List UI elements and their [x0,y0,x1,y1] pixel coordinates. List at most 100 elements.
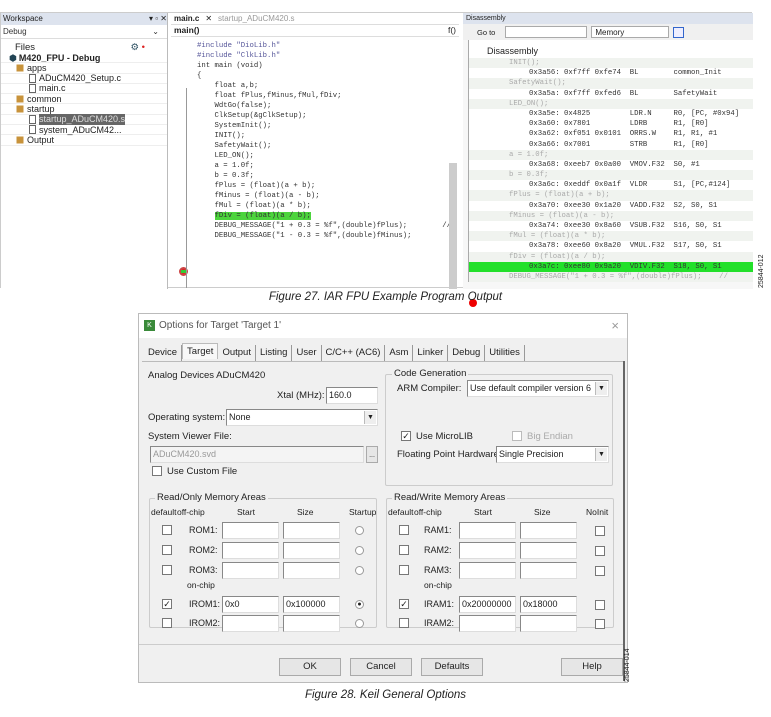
tab-target[interactable]: Target [182,343,219,359]
source-line[interactable]: a = 1.0f; [469,149,753,160]
code-line[interactable]: int main (void) [197,61,451,71]
tab-listing[interactable]: Listing [256,345,293,361]
code-line[interactable]: #include "DioLib.h" [197,41,451,51]
default-checkbox[interactable] [162,545,172,555]
fpu-select[interactable]: Single Precision ▼ [496,446,609,463]
os-select[interactable]: None ▼ [226,409,378,426]
default-checkbox[interactable] [399,525,409,535]
big-endian-checkbox[interactable] [512,431,522,441]
asm-line[interactable]: 0x3a78: 0xee60 0x8a20 VMUL.F32 S17, S0, … [469,241,753,252]
source-line[interactable]: b = 0.3f; [469,170,753,181]
tab-linker[interactable]: Linker [413,345,449,361]
default-checkbox[interactable] [162,525,172,535]
default-checkbox[interactable] [399,565,409,575]
tab-utilities[interactable]: Utilities [485,345,525,361]
code-line[interactable]: fMul = (float)(a * b); [197,201,451,211]
size-input[interactable] [520,542,577,559]
code-line[interactable]: fDiv = (float)(a / b); [197,211,451,221]
custom-file-checkbox[interactable] [152,466,162,476]
source-line[interactable]: fPlus = (float)(a + b); [469,190,753,201]
source-line[interactable]: SafetyWait(); [469,78,753,89]
tab-asm[interactable]: Asm [385,345,414,361]
source-line[interactable]: LED_ON(); [469,98,753,109]
code-line[interactable]: LED_ON(); [197,151,451,161]
asm-line[interactable]: 0x3a70: 0xee30 0x1a20 VADD.F32 S2, S0, S… [469,200,753,211]
panel-controls-icon[interactable]: ▾ ▫ ✕ [149,13,167,25]
xtal-input[interactable]: 160.0 [326,387,378,404]
asm-line[interactable]: 0x3a74: 0xee30 0x8a60 VSUB.F32 S16, S0, … [469,221,753,232]
noinit-checkbox[interactable] [595,600,605,610]
startup-radio[interactable] [355,526,364,535]
tree-item[interactable]: apps [1,63,167,74]
asm-line[interactable]: 0x3a56: 0xf7ff 0xfe74 BL common_Init [469,68,753,79]
size-input[interactable]: 0x18000 [520,596,577,613]
code-line[interactable]: fPlus = (float)(a + b); [197,181,451,191]
start-input[interactable]: 0x20000000 [459,596,516,613]
source-line[interactable]: fMul = (float)(a * b); [469,231,753,242]
start-input[interactable] [459,542,516,559]
tab-debug[interactable]: Debug [448,345,486,361]
code-line[interactable]: float fPlus,fMinus,fMul,fDiv; [197,91,451,101]
startup-radio[interactable] [355,566,364,575]
code-line[interactable]: SafetyWait(); [197,141,451,151]
start-input[interactable] [459,615,516,632]
asm-line[interactable]: 0x3a68: 0xeeb7 0x0a00 VMOV.F32 S0, #1 [469,159,753,171]
asm-line[interactable]: 0x3a62: 0xf051 0x0101 ORRS.W R1, R1, #1 [469,129,753,140]
tree-item[interactable]: ⬢ M420_FPU - Debug [1,53,167,64]
goto-input[interactable] [505,26,588,38]
noinit-checkbox[interactable] [595,619,605,629]
source-line[interactable]: DEBUG_MESSAGE("1 + 0.3 = %f",(double)fPl… [469,271,753,283]
code-line[interactable]: SystemInit(); [197,121,451,131]
start-input[interactable] [222,522,279,539]
asm-line[interactable]: 0x3a7c: 0xee80 0x9a20 VDIV.F32 S18, S0, … [469,261,753,272]
tree-item[interactable]: Output [1,135,167,146]
tree-item[interactable]: ADuCM420_Setup.c [1,73,167,84]
default-checkbox[interactable] [399,618,409,628]
doc-icon[interactable] [673,26,685,38]
tab-output[interactable]: Output [218,345,256,361]
code-line[interactable]: DEBUG_MESSAGE("1 + 0.3 = %f",(double)fPl… [197,221,451,231]
ok-button[interactable]: OK [279,658,341,676]
start-input[interactable]: 0x0 [222,596,279,613]
start-input[interactable] [459,522,516,539]
default-checkbox[interactable]: ✓ [399,599,409,609]
close-icon[interactable]: ✕ [205,13,212,24]
default-checkbox[interactable] [399,545,409,555]
size-input[interactable]: 0x100000 [283,596,340,613]
code-line[interactable]: WdtGo(false); [197,101,451,111]
noinit-checkbox[interactable] [595,526,605,536]
microlib-checkbox[interactable]: ✓ [401,431,411,441]
start-input[interactable] [459,562,516,579]
code-line[interactable]: fMinus = (float)(a - b); [197,191,451,201]
tree-item[interactable]: system_ADuCM42... [1,125,167,136]
code-line[interactable]: { [197,71,451,81]
defaults-button[interactable]: Defaults [421,658,483,676]
source-line[interactable]: fMinus = (float)(a - b); [469,210,753,221]
code-line[interactable]: a = 1.0f; [197,161,451,171]
code-line[interactable]: #include "ClkLib.h" [197,51,451,61]
size-input[interactable] [283,615,340,632]
tab-main-c[interactable]: main.c [174,13,199,24]
start-input[interactable] [222,562,279,579]
tree-item[interactable]: main.c [1,83,167,95]
startup-radio[interactable]: ● [355,600,364,609]
default-checkbox[interactable] [162,565,172,575]
size-input[interactable] [520,615,577,632]
scrollbar[interactable] [449,163,457,289]
tab-startup[interactable]: startup_ADuCM420.s [218,13,294,24]
memory-select[interactable]: Memory [591,26,670,38]
tab-c-c-ac6-[interactable]: C/C++ (AC6) [322,345,386,361]
code-line[interactable]: b = 0.3f; [197,171,451,181]
noinit-checkbox[interactable] [595,546,605,556]
asm-line[interactable]: 0x3a60: 0x7801 LDRB R1, [R0] [469,119,753,130]
asm-line[interactable]: 0x3a5e: 0x4825 LDR.N R0, [PC, #0x94] [469,108,753,120]
size-input[interactable] [283,562,340,579]
code-line[interactable]: ClkSetup(&gClkSetup); [197,111,451,121]
tree-item[interactable]: common [1,94,167,105]
code-line[interactable]: DEBUG_MESSAGE("1 - 0.3 = %f",(double)fMi… [197,231,451,241]
scope-select[interactable]: main() [174,25,200,36]
source-line[interactable]: INIT(); [469,58,753,69]
asm-line[interactable]: 0x3a6c: 0xeddf 0x0a1f VLDR S1, [PC,#124] [469,180,753,191]
tree-item[interactable]: startup_ADuCM420.s [1,114,167,126]
config-select[interactable]: Debug ⌄ [1,25,167,39]
